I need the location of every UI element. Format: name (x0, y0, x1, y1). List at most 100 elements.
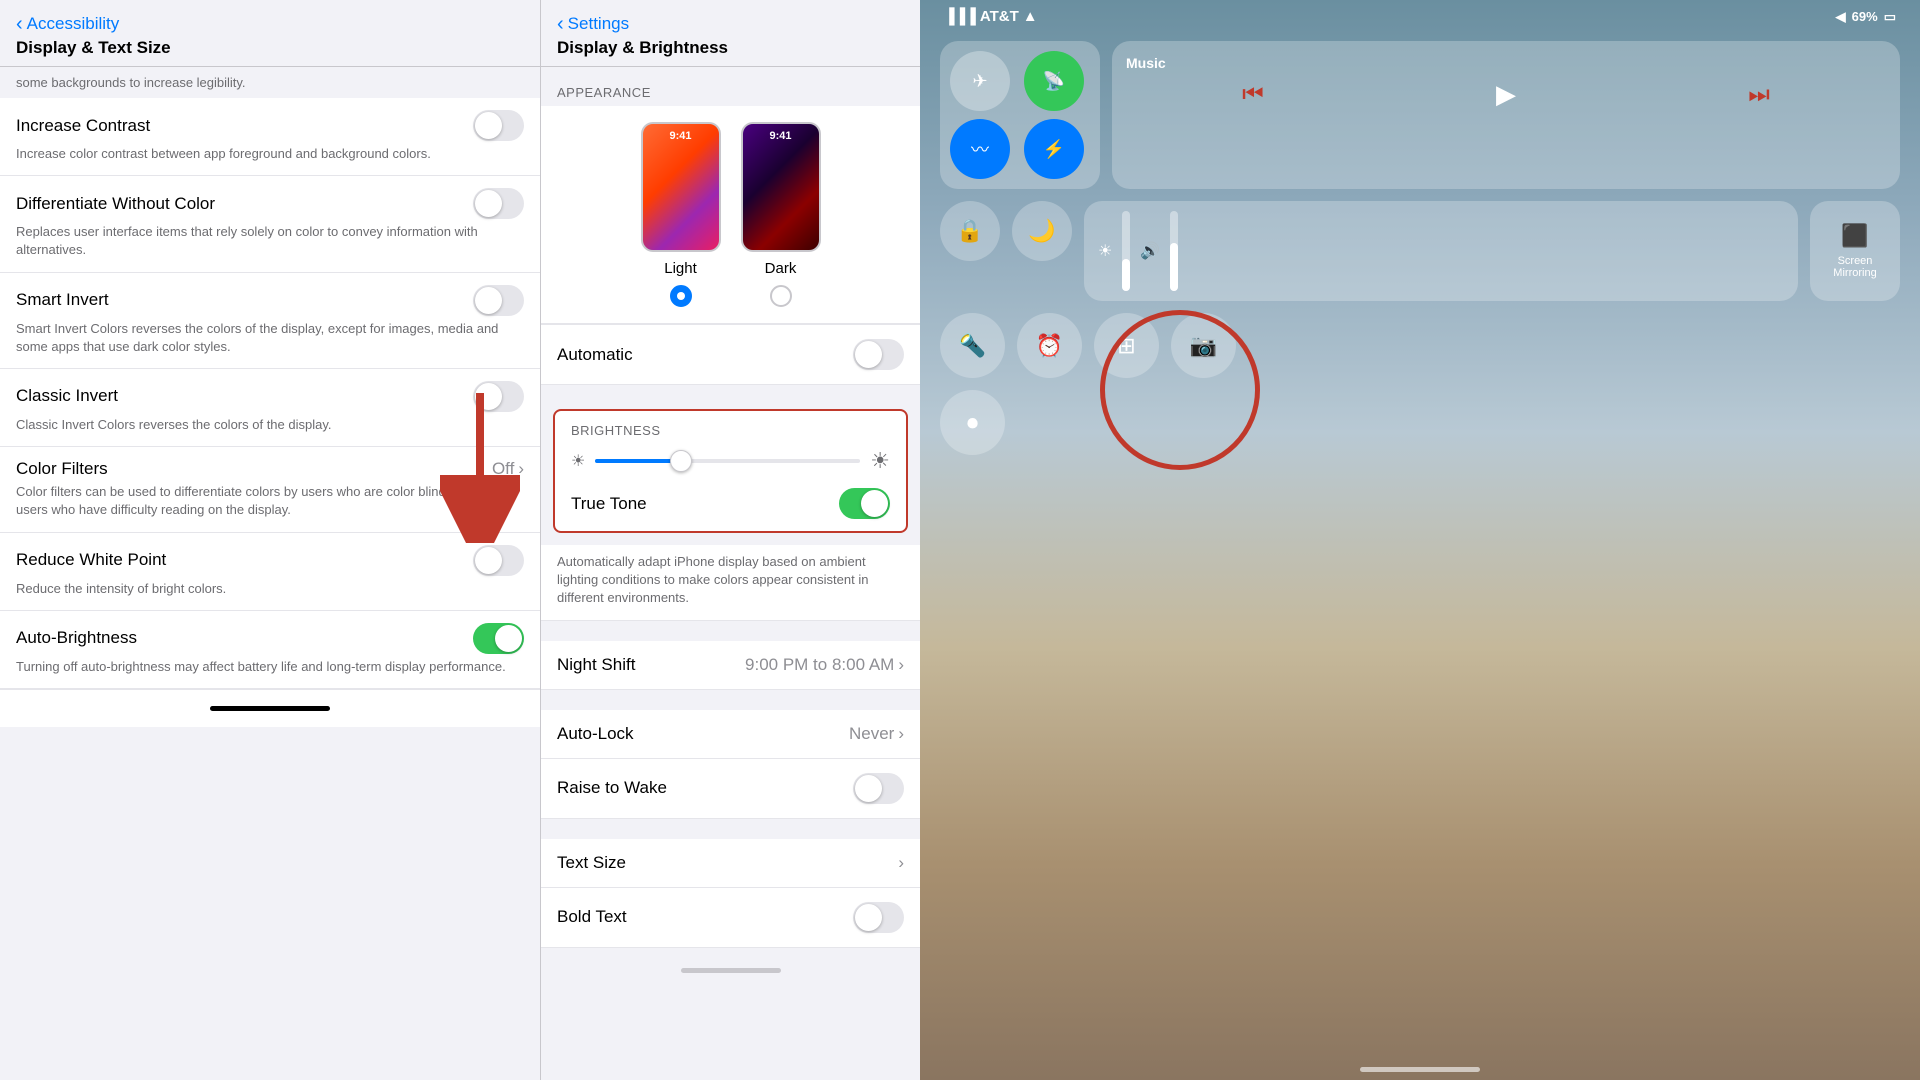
auto-lock-label: Auto-Lock (557, 724, 634, 744)
true-tone-label: True Tone (571, 494, 647, 514)
bold-text-toggle[interactable] (853, 902, 904, 933)
back-label[interactable]: Accessibility (27, 14, 120, 34)
home-indicator-p1 (210, 706, 330, 711)
back-link-settings[interactable]: ‹ Settings (557, 14, 904, 34)
camera-button[interactable]: 📷 (1171, 313, 1236, 378)
chevron-night-shift-icon: › (898, 655, 904, 675)
brightness-volume-controls: ☀ 🔊 (1084, 201, 1798, 301)
panel2-header: ‹ Settings Display & Brightness (541, 0, 920, 67)
reduce-white-point-label: Reduce White Point (16, 550, 166, 570)
music-title: Music (1126, 55, 1886, 71)
brightness-fill-cc (1122, 259, 1130, 291)
battery-icon: ▭ (1884, 9, 1896, 25)
appearance-section-label: APPEARANCE (541, 67, 920, 106)
screen-record-button[interactable]: ⏺ (940, 390, 1005, 455)
automatic-toggle[interactable] (853, 339, 904, 370)
volume-slider-cc[interactable] (1170, 211, 1178, 291)
differentiate-toggle[interactable] (473, 188, 524, 219)
brightness-section-label: BRIGHTNESS (571, 423, 890, 438)
smart-invert-toggle[interactable] (473, 285, 524, 316)
carrier-label: AT&T (980, 8, 1019, 25)
night-shift-value: 9:00 PM to 8:00 AM › (745, 655, 904, 675)
cellular-data-button[interactable]: 📡 (1024, 51, 1084, 111)
cc-top-row: ✈ 📡 〰 ⚡ Music ⏮ ▶ ⏭ (940, 41, 1900, 189)
wifi-status-icon: ▲ (1023, 8, 1038, 25)
orientation-lock-button[interactable]: 🔒 (940, 201, 1000, 261)
airplane-mode-button[interactable]: ✈ (950, 51, 1010, 111)
dark-radio[interactable] (770, 285, 792, 307)
volume-icon-cc: 🔊 (1140, 241, 1160, 261)
bold-text-label: Bold Text (557, 907, 627, 927)
appearance-light-option[interactable]: 9:41 Light (641, 122, 721, 307)
bluetooth-button[interactable]: ⚡ (1024, 119, 1084, 179)
brightness-slider-row: ☀ ☀ (571, 448, 890, 474)
brightness-icon-cc: ☀ (1098, 241, 1112, 261)
text-size-value: › (898, 853, 904, 873)
text-size-label: Text Size (557, 853, 626, 873)
appearance-options: 9:41 Light 9:41 Dark (541, 106, 920, 324)
true-tone-desc: Automatically adapt iPhone display based… (541, 545, 920, 621)
chevron-auto-lock-icon: › (898, 724, 904, 744)
brightness-settings-list: APPEARANCE 9:41 Light 9:41 Dark Automati… (541, 67, 920, 1080)
cc-music-player: Music ⏮ ▶ ⏭ (1112, 41, 1900, 189)
location-icon: ◀ (1836, 9, 1846, 25)
clock-button[interactable]: ⏰ (1017, 313, 1082, 378)
light-label: Light (664, 260, 697, 277)
back-label-2[interactable]: Settings (568, 14, 629, 34)
rewind-button[interactable]: ⏮ (1242, 81, 1264, 109)
cc-status-right: ◀ 69% ▭ (1836, 9, 1896, 25)
true-tone-row: True Tone (571, 488, 890, 519)
dark-label: Dark (765, 260, 797, 277)
reduce-white-point-desc: Reduce the intensity of bright colors. (16, 580, 524, 598)
panel1-header: ‹ Accessibility Display & Text Size (0, 0, 540, 67)
panel-brightness: ‹ Settings Display & Brightness APPEARAN… (540, 0, 920, 1080)
automatic-row: Automatic (541, 324, 920, 385)
screen-mirroring-icon: ⬛ (1841, 223, 1868, 249)
home-indicator-p2 (681, 968, 781, 973)
auto-brightness-desc: Turning off auto-brightness may affect b… (16, 658, 524, 676)
cc-mid-row: 🔒 🌙 ☀ 🔊 ⬛ ScreenMirroring (940, 201, 1900, 301)
play-button[interactable]: ▶ (1496, 79, 1516, 110)
brightness-slider[interactable] (595, 459, 860, 463)
do-not-disturb-button[interactable]: 🌙 (1012, 201, 1072, 261)
back-link-accessibility[interactable]: ‹ Accessibility (16, 14, 524, 34)
battery-label: 69% (1852, 9, 1878, 24)
increase-contrast-label: Increase Contrast (16, 116, 150, 136)
chevron-left-icon-2: ‹ (557, 14, 564, 34)
appearance-dark-option[interactable]: 9:41 Dark (741, 122, 821, 307)
settings-item-differentiate: Differentiate Without Color Replaces use… (0, 176, 540, 272)
smart-invert-desc: Smart Invert Colors reverses the colors … (16, 320, 524, 356)
chevron-text-size-icon: › (898, 853, 904, 873)
fast-forward-button[interactable]: ⏭ (1748, 81, 1770, 109)
night-shift-row[interactable]: Night Shift 9:00 PM to 8:00 AM › (541, 641, 920, 690)
music-controls: ⏮ ▶ ⏭ (1126, 79, 1886, 110)
settings-item-reduce-white-point: Reduce White Point Reduce the intensity … (0, 533, 540, 611)
wifi-button[interactable]: 〰 (950, 119, 1010, 179)
raise-to-wake-row: Raise to Wake (541, 759, 920, 819)
color-filters-label: Color Filters (16, 459, 108, 479)
differentiate-desc: Replaces user interface items that rely … (16, 223, 524, 259)
increase-contrast-toggle[interactable] (473, 110, 524, 141)
calculator-button[interactable]: ⊞ (1094, 313, 1159, 378)
screen-mirroring-button[interactable]: ⬛ ScreenMirroring (1810, 201, 1900, 301)
reduce-white-point-toggle[interactable] (473, 545, 524, 576)
increase-contrast-desc: Increase color contrast between app fore… (16, 145, 524, 163)
brightness-slider-cc[interactable] (1122, 211, 1130, 291)
text-size-row[interactable]: Text Size › (541, 839, 920, 888)
panel-accessibility: ‹ Accessibility Display & Text Size some… (0, 0, 540, 1080)
auto-lock-row[interactable]: Auto-Lock Never › (541, 710, 920, 759)
true-tone-toggle[interactable] (839, 488, 890, 519)
brightness-high-icon: ☀ (870, 448, 890, 474)
brightness-low-icon: ☀ (571, 451, 585, 471)
light-radio[interactable] (670, 285, 692, 307)
auto-brightness-toggle[interactable] (473, 623, 524, 654)
settings-item-smart-invert: Smart Invert Smart Invert Colors reverse… (0, 273, 540, 369)
flashlight-button[interactable]: 🔦 (940, 313, 1005, 378)
light-preview: 9:41 (641, 122, 721, 252)
smart-invert-label: Smart Invert (16, 290, 109, 310)
classic-invert-label: Classic Invert (16, 386, 118, 406)
panel-control-center: ▐▐▐ AT&T ▲ ◀ 69% ▭ ✈ 📡 〰 ⚡ (920, 0, 1920, 1080)
dark-preview: 9:41 (741, 122, 821, 252)
raise-to-wake-toggle[interactable] (853, 773, 904, 804)
brightness-section: BRIGHTNESS ☀ ☀ True Tone (553, 409, 908, 533)
